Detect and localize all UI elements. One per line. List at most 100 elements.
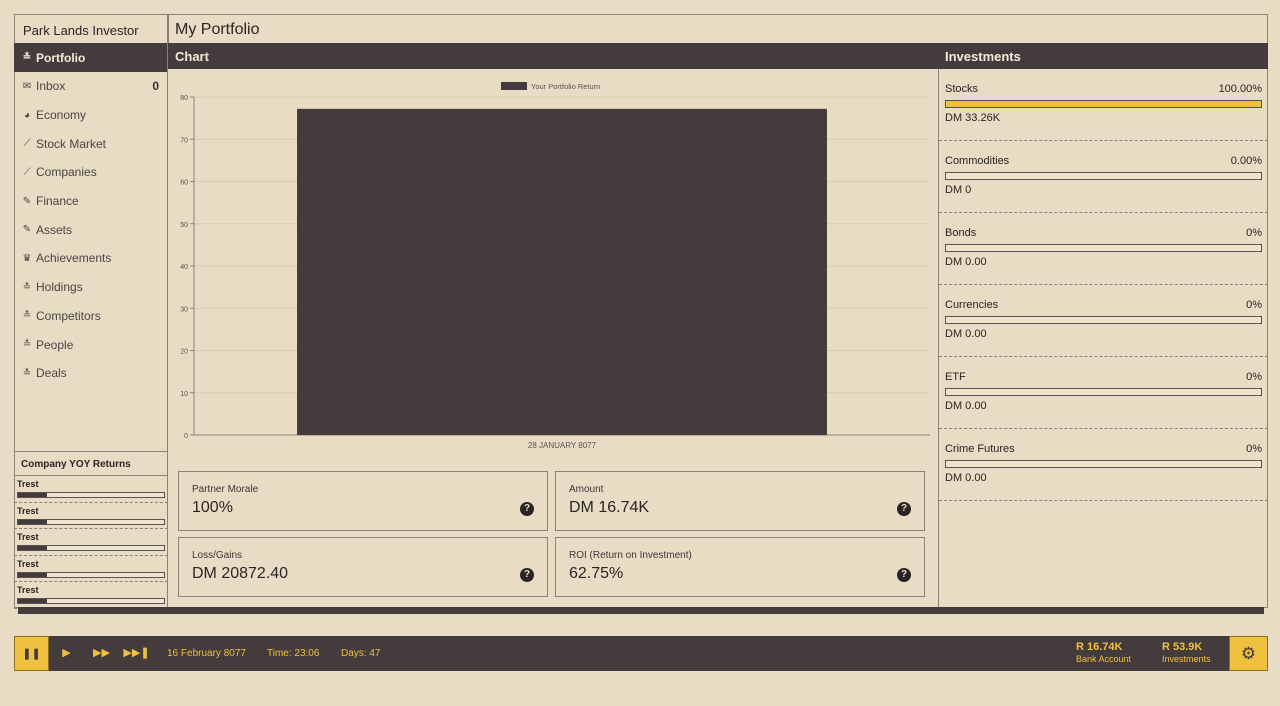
sidebar-item-people[interactable]: ≛ People [14, 330, 167, 359]
gears-icon[interactable]: ⚙ [1229, 636, 1268, 671]
sidebar-item-finance[interactable]: ✎ Finance [14, 187, 167, 216]
investment-bar [945, 172, 1262, 180]
bar [297, 108, 827, 435]
investment-bar [945, 316, 1262, 324]
pause-button[interactable]: ❚❚ [14, 636, 49, 671]
stat-label: Amount [569, 484, 604, 495]
investment-name: Currencies [945, 299, 999, 311]
investment-value: DM 0.00 [945, 472, 987, 484]
sidebar-item-label: Deals [36, 366, 67, 381]
sidebar-item-competitors[interactable]: ≛ Competitors [14, 302, 167, 331]
question-icon[interactable]: ? [897, 502, 911, 516]
fast-forward-button[interactable]: ▶▶ [84, 636, 119, 671]
play-button[interactable]: ▶ [49, 636, 84, 671]
stat-label: Loss/Gains [192, 550, 243, 561]
yoy-company-name: Trest [17, 585, 39, 596]
investments-panel: Stocks 100.00% DM 33.26K Commodities 0.00% DM… [938, 69, 1268, 608]
x-tick-label: 28 JANUARY 8077 [528, 441, 597, 450]
portfolio-icon: ≛ [22, 281, 32, 293]
question-icon[interactable]: ? [520, 568, 534, 582]
inbox-count: 0 [152, 79, 159, 94]
sidebar-item-inbox[interactable]: ✉ Inbox 0 [14, 72, 167, 101]
investment-header: ETF 0% [945, 371, 1262, 383]
trophy-icon: ♛ [22, 252, 32, 264]
investment-name: Stocks [945, 83, 979, 95]
yoy-bar-fill [18, 599, 48, 604]
page-title: My Portfolio [168, 14, 1268, 43]
stat-roi: ROI (Return on Investment) 62.75% ? [555, 537, 925, 597]
stat-value: 100% [192, 499, 233, 516]
sidebar-item-assets[interactable]: ✎ Assets [14, 215, 167, 244]
yoy-bar-fill [18, 546, 48, 551]
sidebar-item-economy[interactable]: ◕ Economy [14, 101, 167, 130]
investment-stocks: Stocks 100.00% DM 33.26K [939, 69, 1268, 141]
yoy-row: Trest [14, 529, 168, 556]
skip-button[interactable]: ▶▶❚ [119, 636, 154, 671]
sidebar-item-stock-market[interactable]: ⟋ Stock Market [14, 129, 167, 158]
y-tick-label: 30 [180, 306, 188, 313]
question-icon[interactable]: ? [897, 568, 911, 582]
investment-percent: 0% [1246, 227, 1262, 239]
yoy-title: Company YOY Returns [14, 452, 168, 476]
investment-header: Currencies 0% [945, 299, 1262, 311]
stat-value: DM 16.74K [569, 499, 650, 516]
sidebar-item-label: Stock Market [36, 136, 107, 151]
yoy-bar [17, 598, 165, 605]
y-tick-label: 50 [180, 222, 188, 229]
investments-amount: R 53.9K [1162, 641, 1203, 653]
investment-currencies: Currencies 0% DM 0.00 [939, 285, 1268, 357]
investments-label: Investments [1162, 654, 1211, 664]
y-tick-label: 20 [180, 349, 188, 356]
app-title: Park Lands Investor [14, 14, 168, 43]
sidebar-item-achievements[interactable]: ♛ Achievements [14, 244, 167, 273]
sidebar-item-label: Assets [36, 222, 73, 237]
investments-header: Investments [938, 43, 1268, 69]
portfolio-icon: ≛ [22, 339, 32, 351]
investment-value: DM 0 [945, 184, 972, 196]
sidebar-item-label: Companies [36, 165, 97, 180]
legend-swatch [501, 82, 527, 90]
line-chart-icon: ⟋ [23, 166, 31, 178]
game-date: 16 February 8077 [167, 648, 246, 659]
bank-label: Bank Account [1076, 654, 1132, 664]
yoy-company-name: Trest [17, 505, 39, 516]
sidebar-item-portfolio[interactable]: ≛ Portfolio [14, 43, 167, 72]
sidebar-item-label: Holdings [36, 280, 83, 295]
investment-header: Stocks 100.00% [945, 83, 1262, 95]
investment-percent: 0% [1246, 299, 1262, 311]
sidebar-item-holdings[interactable]: ≛ Holdings [14, 273, 167, 302]
yoy-row: Trest [14, 556, 168, 583]
sidebar-item-companies[interactable]: ⟋ Companies [14, 158, 167, 187]
portfolio-icon: ≛ [22, 367, 32, 379]
investment-value: DM 0.00 [945, 256, 987, 268]
y-tick-label: 80 [180, 95, 188, 102]
chart-header: Chart [168, 43, 938, 69]
investment-percent: 0% [1246, 371, 1262, 383]
y-tick-label: 60 [180, 180, 188, 187]
sidebar-item-label: Finance [36, 194, 79, 209]
stat-label: Partner Morale [192, 484, 259, 495]
game-time: Time: 23:06 [267, 648, 320, 659]
yoy-row: Trest [14, 582, 168, 609]
question-icon[interactable]: ? [520, 502, 534, 516]
stat-label: ROI (Return on Investment) [569, 550, 692, 561]
divider [18, 607, 1264, 614]
y-tick-label: 0 [184, 433, 188, 440]
sidebar-item-label: People [36, 337, 74, 352]
sidebar-nav: ≛ Portfolio ✉ Inbox 0 ◕ Economy ⟋ Stock Market ⟋ C… [14, 43, 167, 388]
bank-amount: R 16.74K [1076, 641, 1123, 653]
investment-bonds: Bonds 0% DM 0.00 [939, 213, 1268, 285]
bottom-bar: ❚❚ ▶ ▶▶ ▶▶❚ 16 February 8077 Time: 23:06… [14, 636, 1268, 671]
y-tick-label: 10 [180, 391, 188, 398]
yoy-bar [17, 518, 165, 525]
investment-percent: 100.00% [1218, 83, 1262, 95]
investment-bar [945, 460, 1262, 468]
sidebar-item-deals[interactable]: ≛ Deals [14, 359, 167, 388]
investment-percent: 0% [1246, 443, 1262, 455]
stat-loss-gains: Loss/Gains DM 20872.40 ? [178, 537, 548, 597]
yoy-company-name: Trest [17, 532, 39, 543]
yoy-bar-fill [18, 572, 48, 577]
envelope-icon: ✉ [22, 80, 32, 92]
investment-bar-fill [946, 101, 1261, 107]
investment-bar [945, 244, 1262, 252]
